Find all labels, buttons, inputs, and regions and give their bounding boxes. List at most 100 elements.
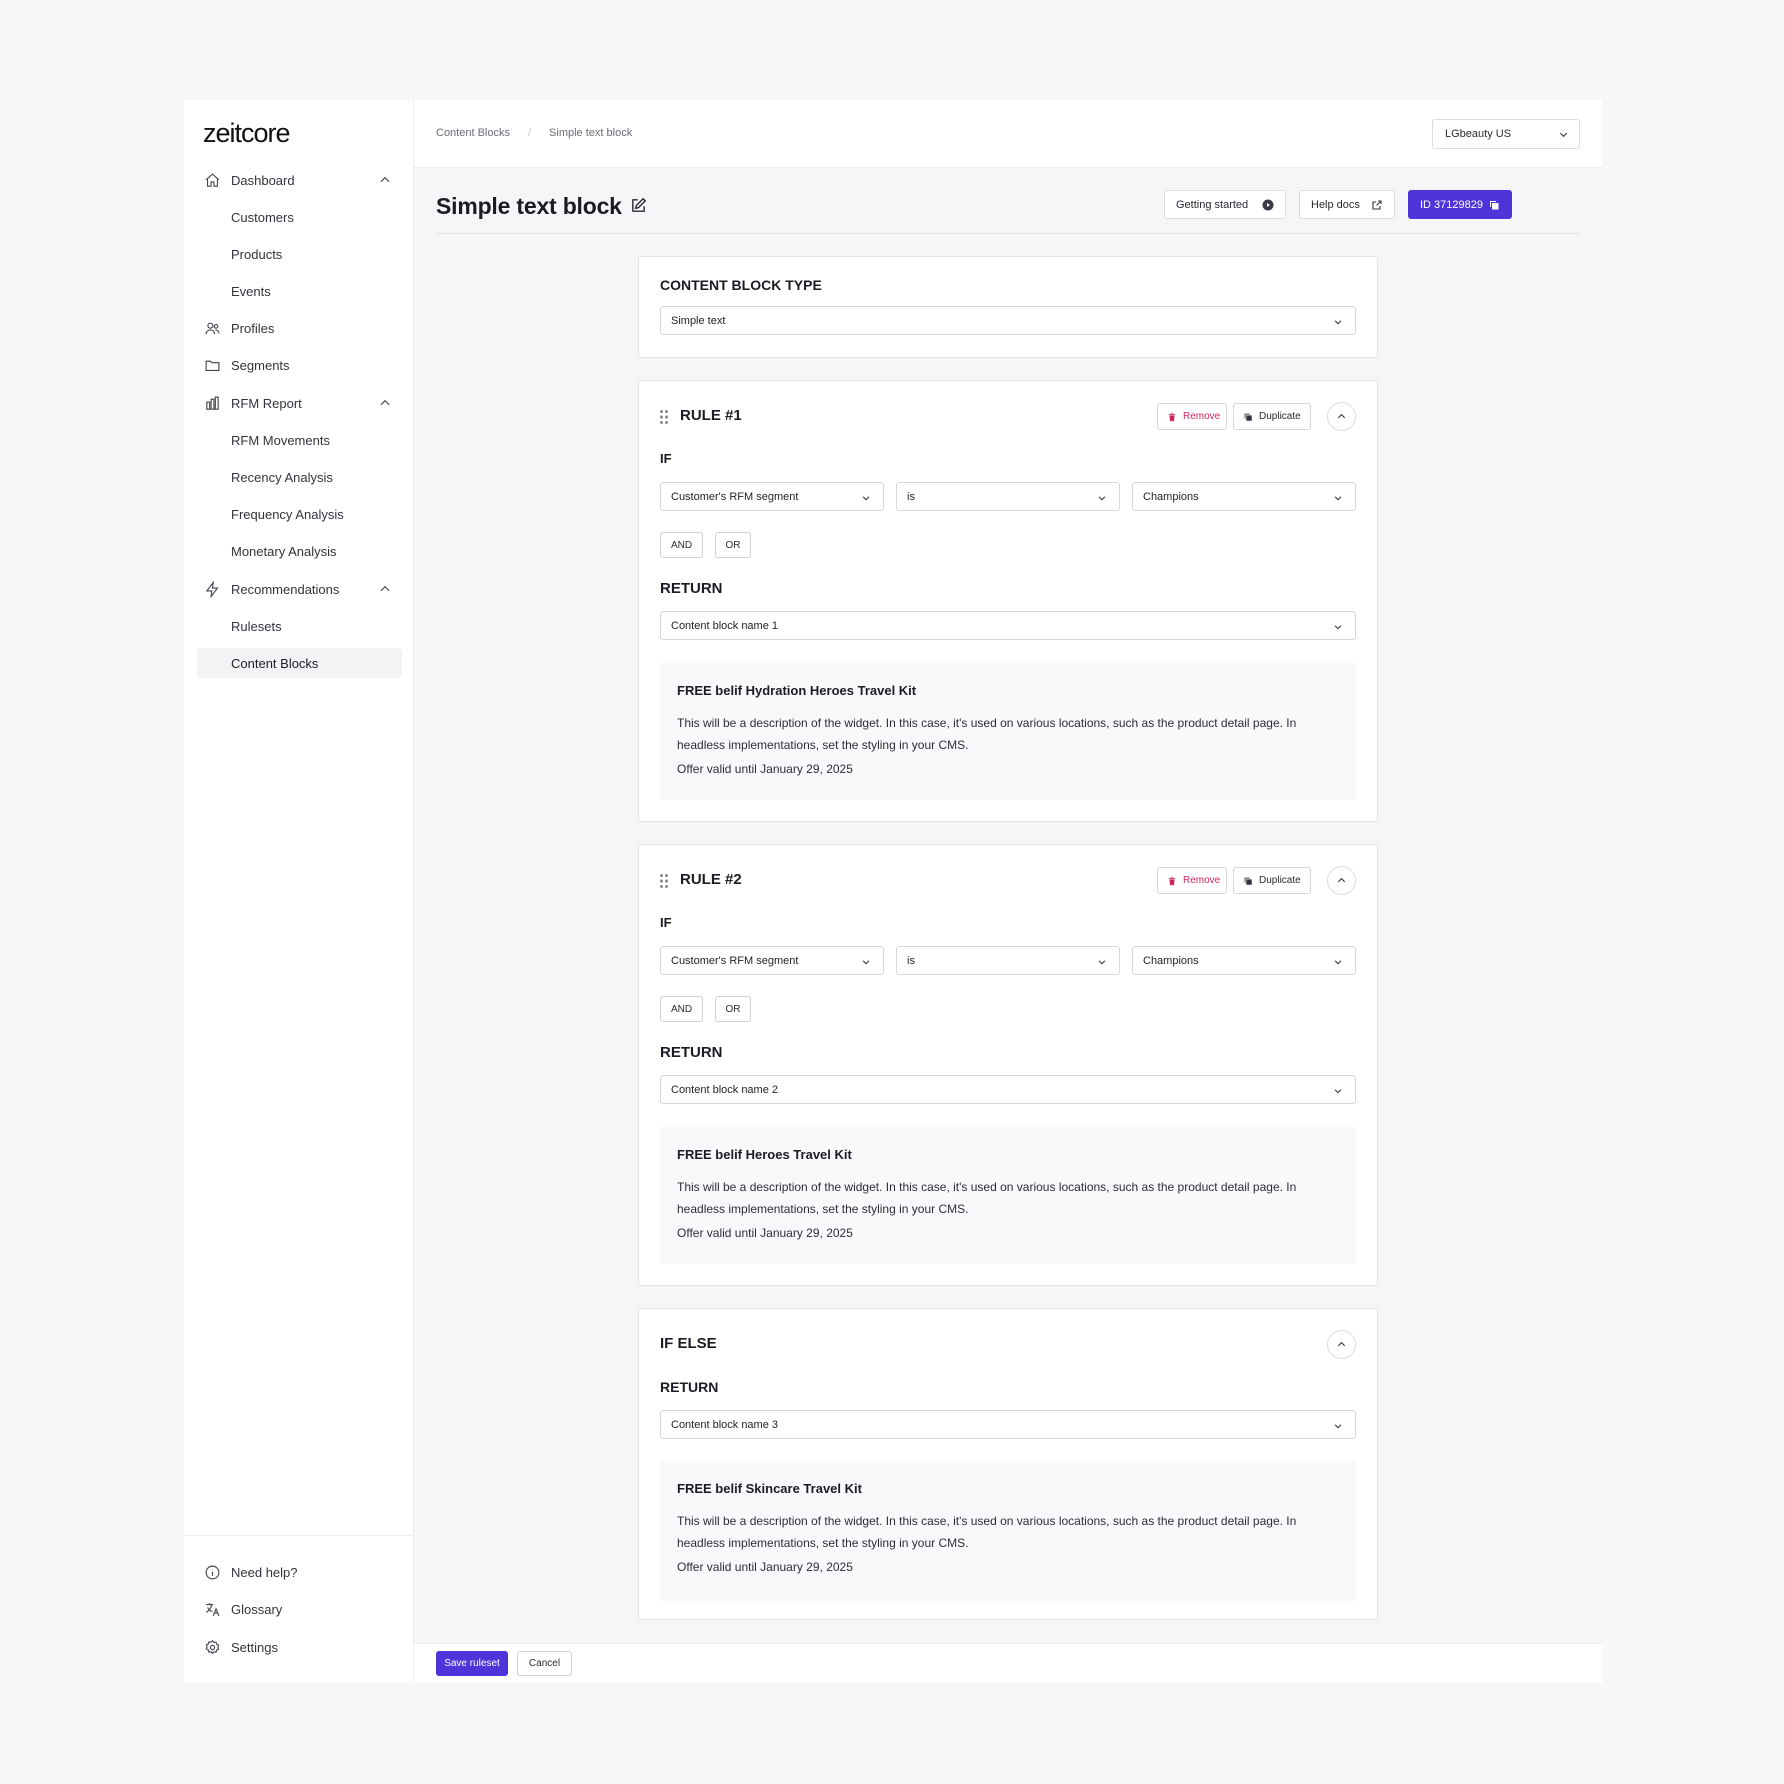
preview-description: This will be a description of the widget… bbox=[677, 1514, 1297, 1550]
page-title: Simple text block bbox=[436, 193, 622, 219]
return-select[interactable]: Content block name 1 bbox=[660, 611, 1356, 640]
collapse-rule-button[interactable] bbox=[1327, 866, 1356, 895]
sidebar-item-glossary[interactable]: Glossary bbox=[197, 1594, 402, 1625]
chevron-up-icon bbox=[1337, 1341, 1346, 1347]
chevron-down-icon bbox=[1559, 132, 1568, 138]
remove-rule-button[interactable]: Remove bbox=[1157, 403, 1227, 430]
sidebar-item-frequency-analysis[interactable]: Frequency Analysis bbox=[197, 499, 402, 530]
trash-icon bbox=[1168, 876, 1176, 885]
return-label: RETURN bbox=[660, 580, 723, 597]
drag-handle-icon[interactable] bbox=[659, 409, 669, 425]
trash-icon bbox=[1168, 412, 1176, 421]
content-preview: FREE belif Heroes Travel Kit This will b… bbox=[660, 1127, 1356, 1264]
sidebar-item-rulesets[interactable]: Rulesets bbox=[197, 611, 402, 642]
getting-started-button[interactable]: Getting started bbox=[1164, 190, 1286, 219]
chevron-down-icon bbox=[862, 960, 870, 965]
users-icon bbox=[205, 322, 220, 335]
sidebar-item-rfm-movements[interactable]: RFM Movements bbox=[197, 425, 402, 456]
translate-icon bbox=[205, 1603, 220, 1617]
if-else-title: IF ELSE bbox=[660, 1335, 717, 1352]
sidebar-item-monetary-analysis[interactable]: Monetary Analysis bbox=[197, 536, 402, 567]
gear-icon bbox=[205, 1639, 220, 1655]
chevron-up-icon[interactable] bbox=[378, 396, 392, 410]
external-link-icon bbox=[1372, 200, 1382, 210]
content-preview: FREE belif Hydration Heroes Travel Kit T… bbox=[660, 663, 1356, 800]
sidebar-item-content-blocks[interactable]: Content Blocks bbox=[197, 648, 402, 678]
preview-validity: Offer valid until January 29, 2025 bbox=[677, 1226, 853, 1240]
chevron-up-icon[interactable] bbox=[378, 582, 392, 596]
store-select[interactable]: LGbeauty US bbox=[1432, 119, 1580, 149]
edit-icon[interactable] bbox=[630, 197, 647, 214]
sidebar-item-segments[interactable]: Segments bbox=[197, 350, 402, 381]
chevron-down-icon bbox=[862, 496, 870, 501]
breadcrumb-separator: / bbox=[527, 127, 532, 139]
rule-card: RULE #2 Remove Duplicate IF Customer's R… bbox=[638, 844, 1378, 1286]
sidebar-item-profiles[interactable]: Profiles bbox=[197, 313, 402, 344]
collapse-rule-button[interactable] bbox=[1327, 402, 1356, 431]
drag-handle-icon[interactable] bbox=[659, 873, 669, 889]
duplicate-rule-button[interactable]: Duplicate bbox=[1233, 403, 1311, 430]
folder-icon bbox=[205, 360, 220, 372]
condition-operator-select[interactable]: is bbox=[896, 946, 1120, 975]
and-button[interactable]: AND bbox=[660, 996, 703, 1022]
copy-icon bbox=[1244, 413, 1252, 421]
chevron-down-icon bbox=[1334, 960, 1342, 965]
sidebar-item-recency-analysis[interactable]: Recency Analysis bbox=[197, 462, 402, 493]
sidebar-item-need-help[interactable]: Need help? bbox=[197, 1557, 402, 1588]
sidebar-item-dashboard[interactable]: Dashboard bbox=[197, 165, 402, 196]
sidebar-divider bbox=[184, 1535, 414, 1536]
rule-card: RULE #1 Remove Duplicate IF Customer's R… bbox=[638, 380, 1378, 822]
return-select[interactable]: Content block name 2 bbox=[660, 1075, 1356, 1104]
logo: zeitcore bbox=[203, 118, 291, 148]
sidebar-item-settings[interactable]: Settings bbox=[197, 1632, 402, 1663]
sidebar-item-customers[interactable]: Customers bbox=[197, 202, 402, 233]
cancel-button[interactable]: Cancel bbox=[517, 1651, 572, 1676]
preview-title: FREE belif Hydration Heroes Travel Kit bbox=[677, 683, 917, 698]
chevron-up-icon bbox=[1337, 877, 1346, 883]
content-block-type-card: CONTENT BLOCK TYPE Simple text bbox=[638, 256, 1378, 358]
condition-operator-select[interactable]: is bbox=[896, 482, 1120, 511]
info-icon bbox=[205, 1565, 220, 1580]
if-else-card: IF ELSE RETURN Content block name 3 FREE… bbox=[638, 1308, 1378, 1620]
chevron-up-icon[interactable] bbox=[378, 173, 392, 187]
or-button[interactable]: OR bbox=[715, 996, 751, 1022]
breadcrumb: Content Blocks / Simple text block bbox=[436, 127, 632, 139]
chevron-up-icon bbox=[1337, 413, 1346, 419]
main-content: Content Blocks / Simple text block LGbea… bbox=[414, 100, 1602, 1683]
sidebar-item-rfm-report[interactable]: RFM Report bbox=[197, 388, 402, 419]
form-footer: Save ruleset Cancel bbox=[414, 1643, 1602, 1683]
content-block-type-title: CONTENT BLOCK TYPE bbox=[660, 277, 822, 293]
duplicate-rule-button[interactable]: Duplicate bbox=[1233, 867, 1311, 894]
remove-rule-button[interactable]: Remove bbox=[1157, 867, 1227, 894]
preview-description: This will be a description of the widget… bbox=[677, 716, 1297, 752]
sidebar-item-recommendations[interactable]: Recommendations bbox=[197, 574, 402, 605]
sidebar: zeitcore Dashboard Customers Products Ev… bbox=[184, 100, 414, 1683]
collapse-else-button[interactable] bbox=[1327, 1330, 1356, 1359]
condition-field-select[interactable]: Customer's RFM segment bbox=[660, 946, 884, 975]
condition-value-select[interactable]: Champions bbox=[1132, 946, 1356, 975]
play-circle-icon bbox=[1262, 199, 1274, 211]
help-docs-button[interactable]: Help docs bbox=[1299, 190, 1395, 219]
return-select[interactable]: Content block name 3 bbox=[660, 1410, 1356, 1439]
chevron-down-icon bbox=[1334, 1424, 1342, 1429]
if-label: IF bbox=[660, 915, 672, 930]
or-button[interactable]: OR bbox=[715, 532, 751, 558]
save-ruleset-button[interactable]: Save ruleset bbox=[436, 1651, 508, 1676]
condition-value-select[interactable]: Champions bbox=[1132, 482, 1356, 511]
condition-field-select[interactable]: Customer's RFM segment bbox=[660, 482, 884, 511]
id-copy-button[interactable]: ID 37129829 bbox=[1408, 190, 1512, 219]
preview-title: FREE belif Heroes Travel Kit bbox=[677, 1147, 852, 1162]
bolt-icon bbox=[205, 581, 219, 598]
chevron-down-icon bbox=[1334, 320, 1342, 325]
return-label: RETURN bbox=[660, 1379, 719, 1395]
and-button[interactable]: AND bbox=[660, 532, 703, 558]
content-preview: FREE belif Skincare Travel Kit This will… bbox=[660, 1461, 1356, 1601]
sidebar-item-products[interactable]: Products bbox=[197, 239, 402, 270]
chevron-down-icon bbox=[1334, 496, 1342, 501]
preview-validity: Offer valid until January 29, 2025 bbox=[677, 762, 853, 776]
breadcrumb-content-blocks[interactable]: Content Blocks bbox=[436, 127, 510, 139]
sidebar-item-events[interactable]: Events bbox=[197, 276, 402, 307]
breadcrumb-current: Simple text block bbox=[549, 127, 633, 139]
preview-validity: Offer valid until January 29, 2025 bbox=[677, 1560, 853, 1574]
content-block-type-select[interactable]: Simple text bbox=[660, 306, 1356, 335]
